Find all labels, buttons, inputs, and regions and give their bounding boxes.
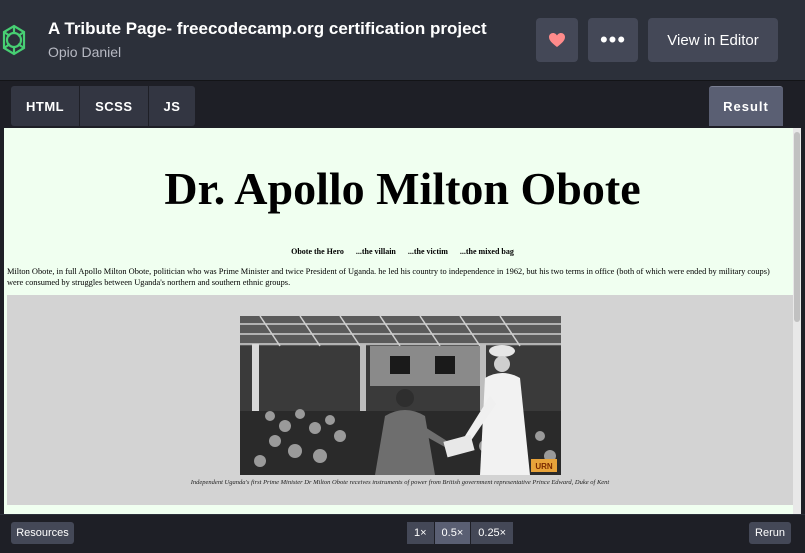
pen-author[interactable]: Opio Daniel: [48, 42, 487, 62]
codepen-logo-icon[interactable]: [0, 20, 32, 60]
tab-scss[interactable]: SCSS: [80, 86, 149, 126]
nav-link-mixed-bag[interactable]: ...the mixed bag: [460, 247, 514, 256]
nav-link-hero[interactable]: Obote the Hero: [291, 247, 344, 256]
pen-title: A Tribute Page- freecodecamp.org certifi…: [48, 19, 487, 38]
scrollbar-thumb[interactable]: [794, 132, 800, 322]
zoom-0-5x-button[interactable]: 0.5×: [434, 522, 472, 544]
result-scrollbar[interactable]: [793, 128, 801, 514]
resources-button[interactable]: Resources: [11, 522, 74, 544]
rerun-button[interactable]: Rerun: [749, 522, 791, 544]
intro-paragraph: Milton Obote, in full Apollo Milton Obot…: [7, 267, 770, 287]
figure-container: URN Independent Uganda's first Prime Min…: [7, 295, 793, 505]
bottom-bar: Resources 1× 0.5× 0.25× Rerun: [0, 514, 805, 553]
tab-result[interactable]: Result: [709, 86, 783, 126]
zoom-1x-button[interactable]: 1×: [407, 522, 435, 544]
tribute-photo: URN: [240, 316, 561, 475]
view-in-editor-button[interactable]: View in Editor: [648, 18, 778, 62]
tab-js[interactable]: JS: [149, 86, 196, 126]
nav-link-villain[interactable]: ...the villain: [356, 247, 396, 256]
nav-link-victim[interactable]: ...the victim: [408, 247, 448, 256]
top-header: A Tribute Page- freecodecamp.org certifi…: [0, 0, 805, 80]
result-preview: Dr. Apollo Milton Obote Obote the Hero .…: [4, 128, 801, 514]
more-options-button[interactable]: •••: [588, 18, 638, 62]
zoom-selector: 1× 0.5× 0.25×: [407, 522, 515, 544]
zoom-0-25x-button[interactable]: 0.25×: [471, 522, 515, 544]
heart-icon: [549, 33, 565, 47]
code-tabs: HTML SCSS JS: [11, 86, 196, 126]
photo-badge-text: URN: [535, 462, 553, 471]
title-block: A Tribute Page- freecodecamp.org certifi…: [48, 18, 487, 62]
editor-tab-bar: HTML SCSS JS Result: [0, 80, 805, 128]
tab-html[interactable]: HTML: [11, 86, 81, 126]
page-title: Dr. Apollo Milton Obote: [164, 163, 641, 214]
heart-button[interactable]: [536, 18, 578, 62]
tribute-nav: Obote the Hero ...the villain ...the vic…: [4, 247, 801, 256]
photo-caption: Independent Uganda's first Prime Ministe…: [190, 479, 610, 486]
